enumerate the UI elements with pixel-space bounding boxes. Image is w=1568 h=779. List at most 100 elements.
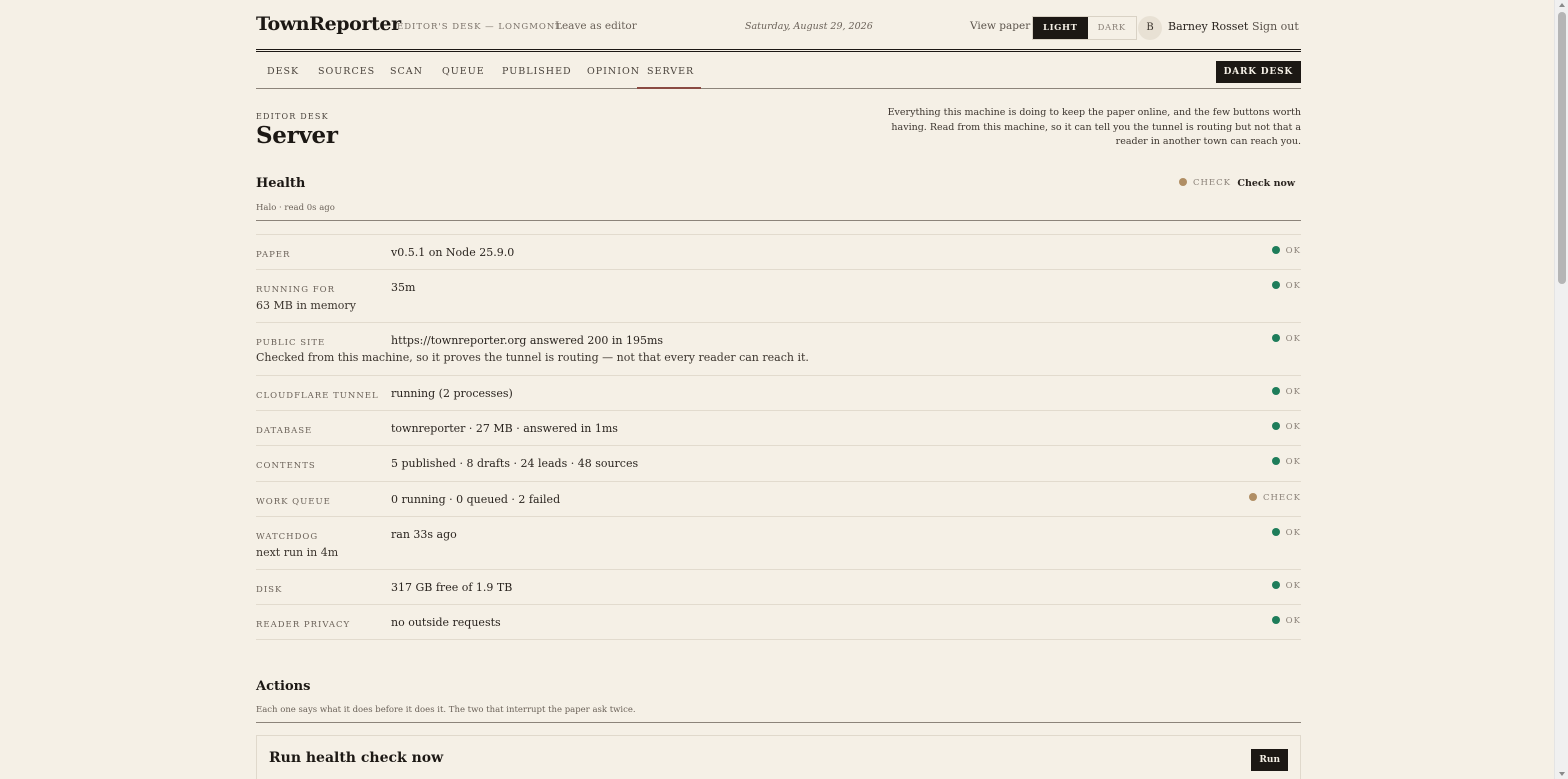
row-value: 5 published · 8 drafts · 24 leads · 48 s… <box>391 457 639 470</box>
page-scrollbar[interactable] <box>1554 0 1568 779</box>
tab-sources[interactable]: SOURCES <box>318 66 375 89</box>
dark-desk-button[interactable]: DARK DESK <box>1215 61 1301 83</box>
row-label: DATABASE <box>256 426 313 436</box>
health-row: PAPER v0.5.1 on Node 25.9.0 OK <box>256 234 1301 269</box>
scroll-up-icon[interactable] <box>1559 3 1565 7</box>
health-status: CHECK <box>1179 178 1231 188</box>
row-value: running (2 processes) <box>391 387 513 400</box>
tab-queue[interactable]: QUEUE <box>442 66 485 89</box>
row-status-label: OK <box>1285 246 1301 256</box>
check-now-button[interactable]: Check now <box>1237 178 1295 189</box>
row-value: 0 running · 0 queued · 2 failed <box>391 493 561 506</box>
status-dot-icon <box>1271 528 1280 536</box>
row-status: OK <box>1271 246 1301 256</box>
intro-line: reader in another town can reach you. <box>1115 136 1301 147</box>
status-dot-icon <box>1271 457 1280 465</box>
row-value: townreporter · 27 MB · answered in 1ms <box>391 422 618 435</box>
row-status-label: OK <box>1285 457 1301 467</box>
status-dot-icon <box>1271 581 1280 589</box>
health-title: Health <box>256 176 306 191</box>
row-value: ran 33s ago <box>391 528 457 541</box>
status-dot-icon <box>1179 178 1188 186</box>
health-row: WORK QUEUE 0 running · 0 queued · 2 fail… <box>256 481 1301 516</box>
actions-title: Actions <box>256 679 311 694</box>
row-status-label: CHECK <box>1263 493 1301 503</box>
health-row: RUNNING FOR 35m 63 MB in memory OK <box>256 269 1301 322</box>
action-card: Run health check now Run <box>256 735 1301 779</box>
row-status-label: OK <box>1285 528 1301 538</box>
page-title: Server <box>256 122 338 149</box>
run-button[interactable]: Run <box>1251 749 1288 771</box>
row-status: OK <box>1271 581 1301 591</box>
row-status: OK <box>1271 387 1301 397</box>
health-row: CLOUDFLARE TUNNEL running (2 processes) … <box>256 375 1301 410</box>
row-value: 317 GB free of 1.9 TB <box>391 581 513 594</box>
row-value: 35m <box>391 281 416 294</box>
actions-subtitle: Each one says what it does before it doe… <box>256 705 636 715</box>
tab-published[interactable]: PUBLISHED <box>502 66 572 89</box>
theme-light-button[interactable]: LIGHT <box>1033 17 1088 39</box>
scroll-down-icon[interactable] <box>1559 772 1565 776</box>
row-value: https://townreporter.org answered 200 in… <box>391 334 664 347</box>
status-dot-icon <box>1271 334 1280 342</box>
health-row: WATCHDOG ran 33s ago next run in 4m OK <box>256 516 1301 569</box>
logo[interactable]: TownReporter <box>256 13 401 35</box>
row-status: OK <box>1271 422 1301 432</box>
intro-line: having. Read from this machine, so it ca… <box>891 121 1301 133</box>
health-subtitle: Halo · read 0s ago <box>256 203 335 213</box>
row-status-label: OK <box>1285 422 1301 432</box>
tab-scan[interactable]: SCAN <box>390 66 423 89</box>
row-status-label: OK <box>1285 387 1301 397</box>
row-status: OK <box>1271 334 1301 344</box>
row-label: CONTENTS <box>256 461 316 471</box>
section-nav: DESK SOURCES SCAN QUEUE PUBLISHED OPINIO… <box>256 58 1301 89</box>
status-dot-icon <box>1271 281 1280 289</box>
status-dot-icon <box>1271 422 1280 430</box>
action-card-title: Run health check now <box>269 750 444 766</box>
health-row: PUBLIC SITE https://townreporter.org ans… <box>256 322 1301 375</box>
row-status-label: OK <box>1285 281 1301 291</box>
row-status: OK <box>1271 281 1301 291</box>
row-label: PAPER <box>256 250 291 260</box>
health-row: CONTENTS 5 published · 8 drafts · 24 lea… <box>256 445 1301 481</box>
page-eyebrow: EDITOR DESK <box>256 112 329 121</box>
row-status-label: OK <box>1285 616 1301 626</box>
user-name[interactable]: Barney Rosset <box>1168 20 1248 33</box>
row-status: CHECK <box>1249 493 1301 503</box>
status-dot-icon <box>1271 246 1280 254</box>
row-value: no outside requests <box>391 616 501 629</box>
tab-opinion[interactable]: OPINION <box>587 66 640 89</box>
row-detail: Checked from this machine, so it proves … <box>256 351 809 364</box>
row-status-label: OK <box>1285 581 1301 591</box>
scroll-thumb[interactable] <box>1558 12 1566 284</box>
tab-server[interactable]: SERVER <box>637 66 701 89</box>
theme-dark-button[interactable]: DARK <box>1088 17 1136 39</box>
row-label: DISK <box>256 585 283 595</box>
health-row: READER PRIVACY no outside requests OK <box>256 604 1301 640</box>
row-status-label: OK <box>1285 334 1301 344</box>
status-dot-icon <box>1249 493 1258 501</box>
health-rule <box>256 220 1301 221</box>
theme-toggle: LIGHT DARK <box>1032 16 1137 40</box>
avatar[interactable]: B <box>1138 16 1162 40</box>
health-row: DISK 317 GB free of 1.9 TB OK <box>256 569 1301 604</box>
page-intro: Everything this machine is doing to keep… <box>881 106 1301 150</box>
actions-rule <box>256 722 1301 723</box>
row-value: v0.5.1 on Node 25.9.0 <box>391 246 515 259</box>
page: TownReporter EDITOR'S DESK — LONGMONT Le… <box>256 0 1301 779</box>
desk-line: EDITOR'S DESK — LONGMONT <box>397 22 562 32</box>
row-status: OK <box>1271 616 1301 626</box>
date-label: Saturday, August 29, 2026 <box>745 21 873 32</box>
view-paper-link[interactable]: View paper <box>970 20 1030 32</box>
sign-out-link[interactable]: Sign out <box>1252 20 1299 33</box>
leave-as-editor-link[interactable]: Leave as editor <box>555 20 637 32</box>
status-dot-icon <box>1271 616 1280 624</box>
row-label: RUNNING FOR <box>256 285 335 295</box>
tab-desk[interactable]: DESK <box>267 66 299 89</box>
row-status: OK <box>1271 528 1301 538</box>
row-label: PUBLIC SITE <box>256 338 326 348</box>
row-label: CLOUDFLARE TUNNEL <box>256 391 379 401</box>
status-dot-icon <box>1271 387 1280 395</box>
row-label: WATCHDOG <box>256 532 319 542</box>
row-detail: 63 MB in memory <box>256 299 356 312</box>
